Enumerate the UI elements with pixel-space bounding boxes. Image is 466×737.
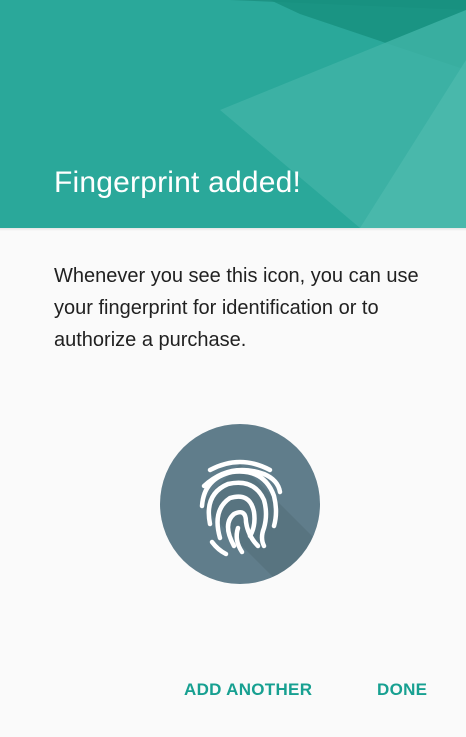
page-title: Fingerprint added! [54,166,302,199]
header-banner: Fingerprint added! [0,0,466,228]
action-bar: ADD ANOTHER DONE [0,680,466,704]
done-button[interactable]: DONE [377,680,427,700]
fingerprint-icon [160,424,320,584]
add-another-button[interactable]: ADD ANOTHER [184,680,312,700]
header-shadow [0,228,466,231]
description-text: Whenever you see this icon, you can use … [54,265,419,351]
fingerprint-added-screen: Fingerprint added! Whenever you see this… [0,0,466,737]
